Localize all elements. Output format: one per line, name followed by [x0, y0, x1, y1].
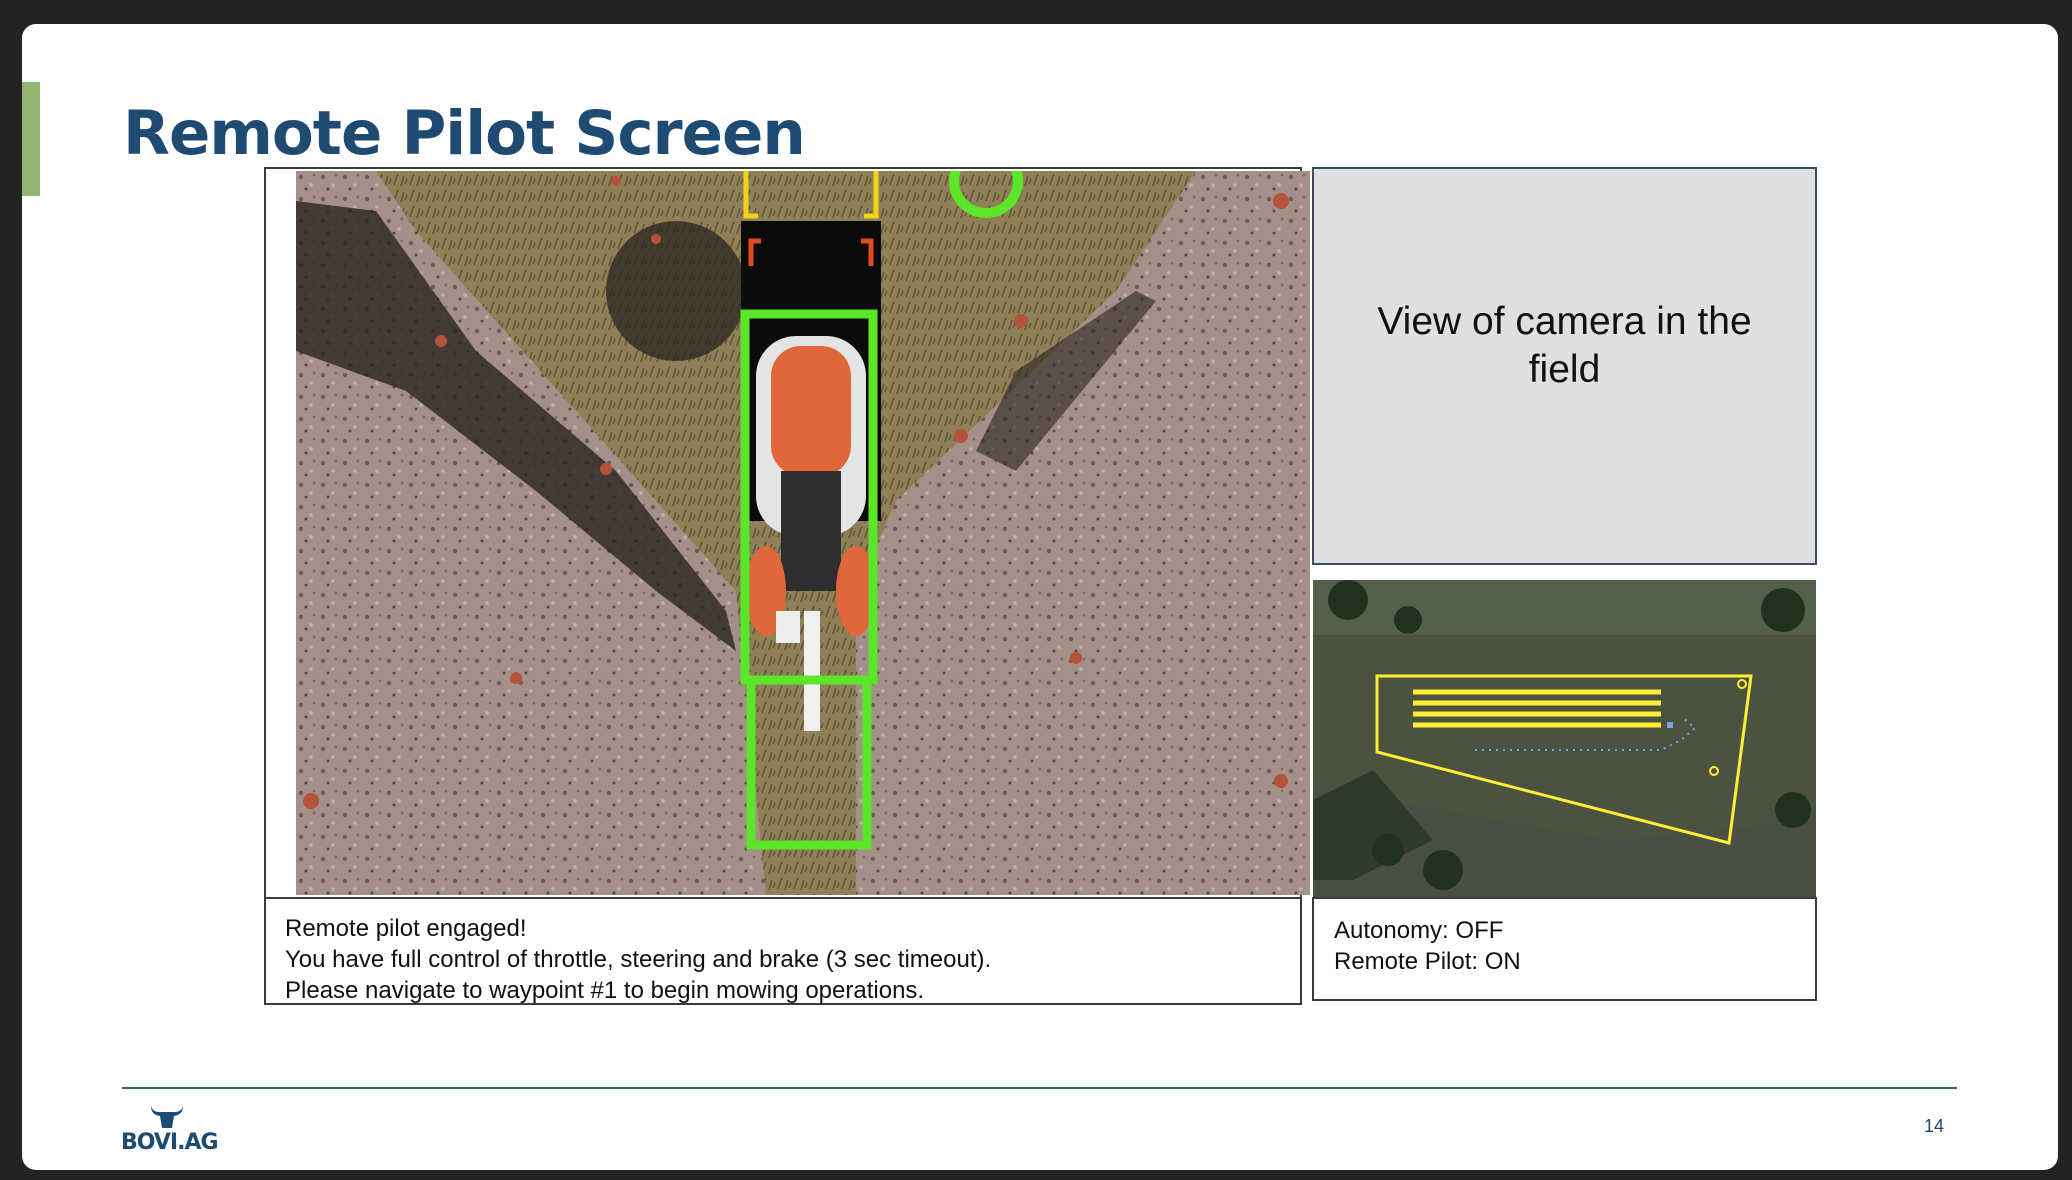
field-map — [1313, 580, 1816, 900]
pilot-message-line: You have full control of throttle, steer… — [285, 946, 992, 973]
field-camera-placeholder: View of camera in the field — [1312, 167, 1817, 565]
remote-pilot-status: Remote Pilot: ON — [1334, 948, 1521, 975]
accent-bar — [22, 82, 40, 196]
status-box: Autonomy: OFF Remote Pilot: ON — [1312, 897, 1817, 1001]
field-map-image — [1313, 580, 1816, 900]
page-title: Remote Pilot Screen — [123, 98, 806, 169]
bull-logo-icon — [151, 1106, 183, 1128]
field-camera-label: View of camera in the field — [1377, 300, 1752, 391]
page-number: 14 — [1924, 1116, 1945, 1136]
camera-feed-image — [296, 171, 1310, 895]
pilot-message-box: Remote pilot engaged! You have full cont… — [264, 897, 1302, 1005]
company-logo: BOVI.AG — [121, 1104, 219, 1155]
pilot-message-line: Please navigate to waypoint #1 to begin … — [285, 977, 925, 1004]
logo-text: BOVI.AG — [121, 1130, 219, 1155]
autonomy-status: Autonomy: OFF — [1334, 917, 1504, 944]
footer-divider — [122, 1087, 1957, 1089]
slide: Remote Pilot Screen Remote pilot engaged… — [22, 24, 2058, 1170]
pilot-message-line: Remote pilot engaged! — [285, 915, 527, 942]
camera-feed — [296, 171, 1310, 895]
